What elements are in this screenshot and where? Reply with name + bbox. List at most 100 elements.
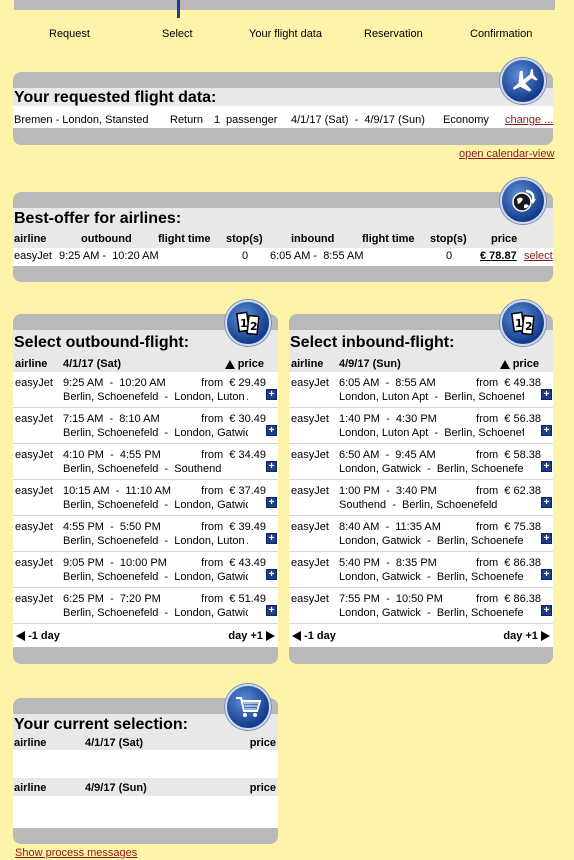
- flight-row[interactable]: easyJet 7:15 AM - 8:10 AM from € 30.49 Berl…: [13, 408, 278, 444]
- best-offer-row: easyJet 9:25 AM - 10:20 AM 0 6:05 AM - 8…: [13, 250, 553, 264]
- col-stops-out: stop(s): [226, 233, 263, 245]
- step-select: Select: [162, 28, 193, 40]
- globe-badge: [500, 178, 546, 224]
- flight-airline: easyJet: [15, 593, 53, 605]
- flight-row[interactable]: easyJet 4:55 PM - 5:50 PM from € 39.49 Berl…: [13, 516, 278, 552]
- flight-times: 7:55 PM - 10:50 PM: [339, 593, 443, 605]
- add-flight-icon[interactable]: +: [266, 605, 277, 616]
- flight-row[interactable]: easyJet 1:00 PM - 3:40 PM from € 62.38 Sout…: [289, 480, 553, 516]
- outbound-date: 4/1/17 (Sat): [63, 358, 122, 370]
- inbound-next-day[interactable]: day +1: [503, 630, 550, 642]
- travel-dates: 4/1/17 (Sat) - 4/9/17 (Sun): [291, 114, 425, 126]
- inbound-sort-price[interactable]: price: [499, 358, 539, 370]
- step-flight-data: Your flight data: [249, 28, 322, 40]
- globe-arrow-icon: [512, 189, 536, 212]
- flight-airline: easyJet: [15, 557, 53, 569]
- flight-row[interactable]: easyJet 6:05 AM - 8:55 AM from € 49.38 Lond…: [289, 372, 553, 408]
- flight-row[interactable]: easyJet 10:15 AM - 11:10 AM from € 37.49 Be…: [13, 480, 278, 516]
- inbound-prev-day[interactable]: -1 day: [292, 630, 336, 642]
- flight-price: from € 86.38: [476, 593, 541, 605]
- add-flight-icon[interactable]: +: [541, 533, 552, 544]
- flight-row[interactable]: easyJet 7:55 PM - 10:50 PM from € 86.38 Lon…: [289, 588, 553, 624]
- flight-airline: easyJet: [291, 521, 329, 533]
- flight-row[interactable]: easyJet 8:40 AM - 11:35 AM from € 75.38 Lon…: [289, 516, 553, 552]
- cabin-class: Economy: [443, 114, 489, 126]
- best-offer-title: Best-offer for airlines:: [14, 210, 182, 227]
- col-flight-time-out: flight time: [158, 233, 211, 245]
- col-airline: airline: [14, 233, 47, 245]
- flight-airline: easyJet: [15, 377, 53, 389]
- outbound-sort-price[interactable]: price: [224, 358, 264, 370]
- flight-route: London, Luton Apt - Berlin, Schoenefeld: [339, 391, 524, 403]
- flight-times: 1:40 PM - 4:30 PM: [339, 413, 437, 425]
- requested-flight-row: Bremen - London, Stansted Return 1 passe…: [13, 114, 553, 128]
- flight-airline: easyJet: [15, 521, 53, 533]
- flight-price: from € 29.49: [201, 377, 266, 389]
- flight-airline: easyJet: [291, 377, 329, 389]
- outbound-prev-day[interactable]: -1 day: [16, 630, 60, 642]
- flight-price: from € 37.49: [201, 485, 266, 497]
- selection-in-price: price: [249, 782, 276, 794]
- selection-title: Your current selection:: [14, 716, 188, 733]
- flight-route: London, Gatwick - Berlin, Schoenefeld: [339, 535, 524, 547]
- flight-route: Berlin, Schoenefeld - London, Gatwick: [63, 607, 248, 619]
- flight-price: from € 43.49: [201, 557, 266, 569]
- best-airline: easyJet: [14, 250, 52, 262]
- best-inbound-time: 6:05 AM - 8:55 AM: [270, 250, 364, 262]
- sort-up-icon: [224, 359, 235, 369]
- flight-airline: easyJet: [15, 485, 53, 497]
- selection-out-airline: airline: [14, 737, 47, 749]
- one-two-icon: 1 2: [510, 311, 535, 336]
- requested-flight-title: Your requested flight data:: [14, 89, 217, 106]
- inbound-panel: Select inbound-flight: airline 4/9/17 (S…: [289, 300, 553, 664]
- flight-row[interactable]: easyJet 6:25 PM - 7:20 PM from € 51.49 Berl…: [13, 588, 278, 624]
- add-flight-icon[interactable]: +: [541, 569, 552, 580]
- add-flight-icon[interactable]: +: [541, 389, 552, 400]
- flight-row[interactable]: easyJet 6:50 AM - 9:45 AM from € 58.38 Lond…: [289, 444, 553, 480]
- add-flight-icon[interactable]: +: [541, 461, 552, 472]
- best-outbound-time: 9:25 AM - 10:20 AM: [59, 250, 159, 262]
- flight-route: Berlin, Schoenefeld - London, Luton Apt: [63, 391, 248, 403]
- flight-times: 10:15 AM - 11:10 AM: [63, 485, 172, 497]
- flight-row[interactable]: easyJet 9:05 PM - 10:00 PM from € 43.49 Ber…: [13, 552, 278, 588]
- outbound-next-day[interactable]: day +1: [228, 630, 275, 642]
- airplane-icon: [512, 68, 538, 92]
- add-flight-icon[interactable]: +: [541, 497, 552, 508]
- inbound-badge: 1 2: [500, 300, 546, 346]
- flight-airline: easyJet: [15, 413, 53, 425]
- flight-route: Berlin, Schoenefeld - Southend: [63, 463, 222, 475]
- flight-row[interactable]: easyJet 4:10 PM - 4:55 PM from € 34.49 Berl…: [13, 444, 278, 480]
- add-flight-icon[interactable]: +: [266, 425, 277, 436]
- flight-row[interactable]: easyJet 9:25 AM - 10:20 AM from € 29.49 Ber…: [13, 372, 278, 408]
- sort-up-icon: [499, 359, 510, 369]
- svg-text:1: 1: [515, 317, 523, 330]
- change-link[interactable]: change ...: [505, 114, 553, 126]
- current-step-marker: [177, 0, 180, 18]
- flight-price: from € 86.38: [476, 557, 541, 569]
- process-messages-link[interactable]: Show process messages: [15, 847, 137, 859]
- best-select-link[interactable]: select: [524, 250, 553, 262]
- flight-times: 4:55 PM - 5:50 PM: [63, 521, 161, 533]
- one-two-icon: 1 2: [235, 311, 260, 336]
- flight-airline: easyJet: [291, 485, 329, 497]
- route-text: Bremen - London, Stansted: [14, 114, 149, 126]
- flight-row[interactable]: easyJet 5:40 PM - 8:35 PM from € 86.38 Lond…: [289, 552, 553, 588]
- add-flight-icon[interactable]: +: [266, 497, 277, 508]
- calendar-view-link[interactable]: open calendar-view: [459, 148, 554, 160]
- best-stops-out: 0: [242, 250, 249, 262]
- add-flight-icon[interactable]: +: [266, 389, 277, 400]
- flight-price: from € 58.38: [476, 449, 541, 461]
- flight-route: Berlin, Schoenefeld - London, Gatwick: [63, 427, 248, 439]
- add-flight-icon[interactable]: +: [541, 605, 552, 616]
- best-price[interactable]: € 78.87: [480, 250, 517, 262]
- add-flight-icon[interactable]: +: [541, 425, 552, 436]
- flight-times: 8:40 AM - 11:35 AM: [339, 521, 441, 533]
- cart-badge: [225, 684, 271, 730]
- add-flight-icon[interactable]: +: [266, 461, 277, 472]
- triangle-right-icon: [541, 631, 550, 642]
- add-flight-icon[interactable]: +: [266, 533, 277, 544]
- col-price: price: [491, 233, 518, 245]
- flight-row[interactable]: easyJet 1:40 PM - 4:30 PM from € 56.38 Lond…: [289, 408, 553, 444]
- flight-route: London, Gatwick - Berlin, Schoenefeld: [339, 571, 524, 583]
- add-flight-icon[interactable]: +: [266, 569, 277, 580]
